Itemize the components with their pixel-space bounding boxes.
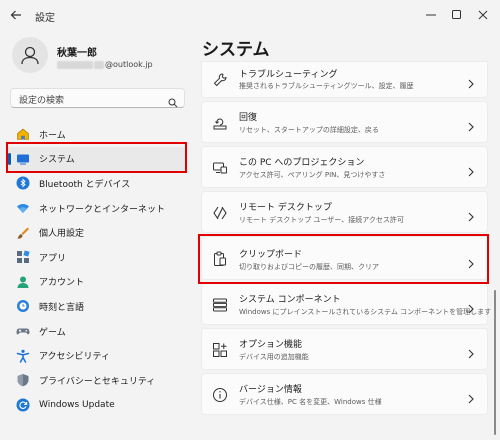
minimize-icon[interactable] <box>420 5 442 25</box>
info-icon <box>212 387 228 403</box>
card-remote-desktop[interactable]: リモート デスクトップ リモート デスクトップ ユーザー、接続アクセス許可 <box>201 191 488 233</box>
close-icon[interactable] <box>472 5 494 25</box>
profile-email: @outlook.jp <box>57 60 153 69</box>
chevron-right-icon <box>467 207 475 226</box>
account-icon <box>16 275 30 289</box>
sidebar-item-personalization[interactable]: 個人用設定 <box>6 220 186 245</box>
sidebar-item-label: Bluetooth とデバイス <box>39 179 131 190</box>
sidebar-item-label: 個人用設定 <box>39 229 85 240</box>
sidebar-item-apps[interactable]: アプリ <box>6 245 186 270</box>
sidebar-item-label: ホーム <box>39 130 66 141</box>
sidebar-item-label: ネットワークとインターネット <box>39 204 166 215</box>
card-projection[interactable]: この PC へのプロジェクション アクセス許可、ペアリング PIN、見つけやすさ <box>201 146 488 188</box>
card-title: システム コンポーネント <box>239 295 341 305</box>
wifi-icon <box>16 201 30 215</box>
update-icon <box>16 398 30 412</box>
sidebar-item-windows-update[interactable]: Windows Update <box>6 393 186 418</box>
home-icon <box>16 127 30 141</box>
highlight-clipboard-card <box>198 234 489 284</box>
optional-features-icon <box>212 342 228 358</box>
card-desc: リモート デスクトップ ユーザー、接続アクセス許可 <box>239 216 404 224</box>
card-title: トラブルシューティング <box>239 70 338 80</box>
chevron-right-icon <box>467 162 475 181</box>
redacted-email-user-2 <box>94 60 104 69</box>
avatar[interactable] <box>12 37 48 73</box>
card-desc: デバイス仕様、PC 名を変更、Windows 仕様 <box>239 398 382 406</box>
card-title: この PC へのプロジェクション <box>239 158 365 168</box>
card-optional-features[interactable]: オプション機能 デバイス用の追加機能 <box>201 328 488 370</box>
clock-globe-icon <box>16 299 30 313</box>
card-desc: Windows にプレインストールされているシステム コンポーネントを管理します <box>239 308 492 316</box>
sidebar-item-gaming[interactable]: ゲーム <box>6 319 186 344</box>
sidebar-item-label: アプリ <box>39 253 67 264</box>
card-desc: リセット、スタートアップの詳細設定、戻る <box>239 126 379 134</box>
page-title: システム <box>202 40 270 60</box>
remote-desktop-icon <box>212 205 228 221</box>
card-about[interactable]: バージョン情報 デバイス仕様、PC 名を変更、Windows 仕様 <box>201 373 488 415</box>
email-suffix: @outlook.jp <box>105 60 153 69</box>
highlight-system-nav <box>6 142 187 173</box>
chevron-right-icon <box>467 389 475 408</box>
maximize-icon[interactable] <box>446 5 468 25</box>
accessibility-icon <box>16 349 30 363</box>
card-title: オプション機能 <box>239 340 303 350</box>
card-desc: アクセス許可、ペアリング PIN、見つけやすさ <box>239 171 386 179</box>
card-title: 回復 <box>239 113 258 123</box>
components-icon <box>212 297 228 313</box>
sidebar-item-label: アカウント <box>39 278 85 289</box>
sidebar-item-bluetooth[interactable]: Bluetooth とデバイス <box>6 171 186 196</box>
sidebar-item-accessibility[interactable]: アクセシビリティ <box>6 343 186 368</box>
search-placeholder: 設定の検索 <box>19 96 65 106</box>
card-recovery[interactable]: 回復 リセット、スタートアップの詳細設定、戻る <box>201 101 488 143</box>
sidebar-item-label: アクセシビリティ <box>39 352 111 363</box>
bluetooth-icon <box>16 176 30 190</box>
title-bar: 設定 <box>0 0 500 30</box>
sidebar-item-label: プライバシーとセキュリティ <box>39 376 156 387</box>
chevron-right-icon <box>467 299 475 318</box>
chevron-right-icon <box>467 344 475 363</box>
recovery-icon <box>212 115 228 131</box>
chevron-right-icon <box>467 117 475 136</box>
projection-icon <box>212 160 228 176</box>
redacted-email-user <box>57 60 93 69</box>
search-icon <box>168 93 178 112</box>
apps-icon <box>16 250 30 264</box>
sidebar-item-label: ゲーム <box>39 327 66 338</box>
chevron-right-icon <box>467 74 475 93</box>
sidebar-item-privacy-security[interactable]: プライバシーとセキュリティ <box>6 368 186 393</box>
card-desc: デバイス用の追加機能 <box>239 353 309 361</box>
profile-name: 秋葉一郎 <box>57 48 97 59</box>
card-title: リモート デスクトップ <box>239 203 332 213</box>
sidebar-item-time-language[interactable]: 時刻と言語 <box>6 294 186 319</box>
shield-icon <box>16 373 30 387</box>
card-troubleshoot[interactable]: トラブルシューティング 推奨されるトラブルシューティングツール、設定、履歴 <box>201 61 488 98</box>
brush-icon <box>16 226 30 240</box>
card-title: バージョン情報 <box>239 385 302 395</box>
person-icon <box>21 46 39 65</box>
card-system-components[interactable]: システム コンポーネント Windows にプレインストールされているシステム … <box>201 283 492 325</box>
sidebar-item-accounts[interactable]: アカウント <box>6 270 186 295</box>
back-arrow-icon[interactable] <box>8 7 24 23</box>
search-input[interactable]: 設定の検索 <box>10 88 185 108</box>
sidebar-item-network[interactable]: ネットワークとインターネット <box>6 196 186 221</box>
sidebar-item-label: Windows Update <box>39 399 115 410</box>
gamepad-icon <box>16 324 30 338</box>
card-desc: 推奨されるトラブルシューティングツール、設定、履歴 <box>239 82 414 90</box>
app-title: 設定 <box>35 13 55 24</box>
wrench-icon <box>212 72 228 88</box>
scrollbar-thumb[interactable] <box>494 290 496 435</box>
sidebar-item-label: 時刻と言語 <box>39 302 85 313</box>
